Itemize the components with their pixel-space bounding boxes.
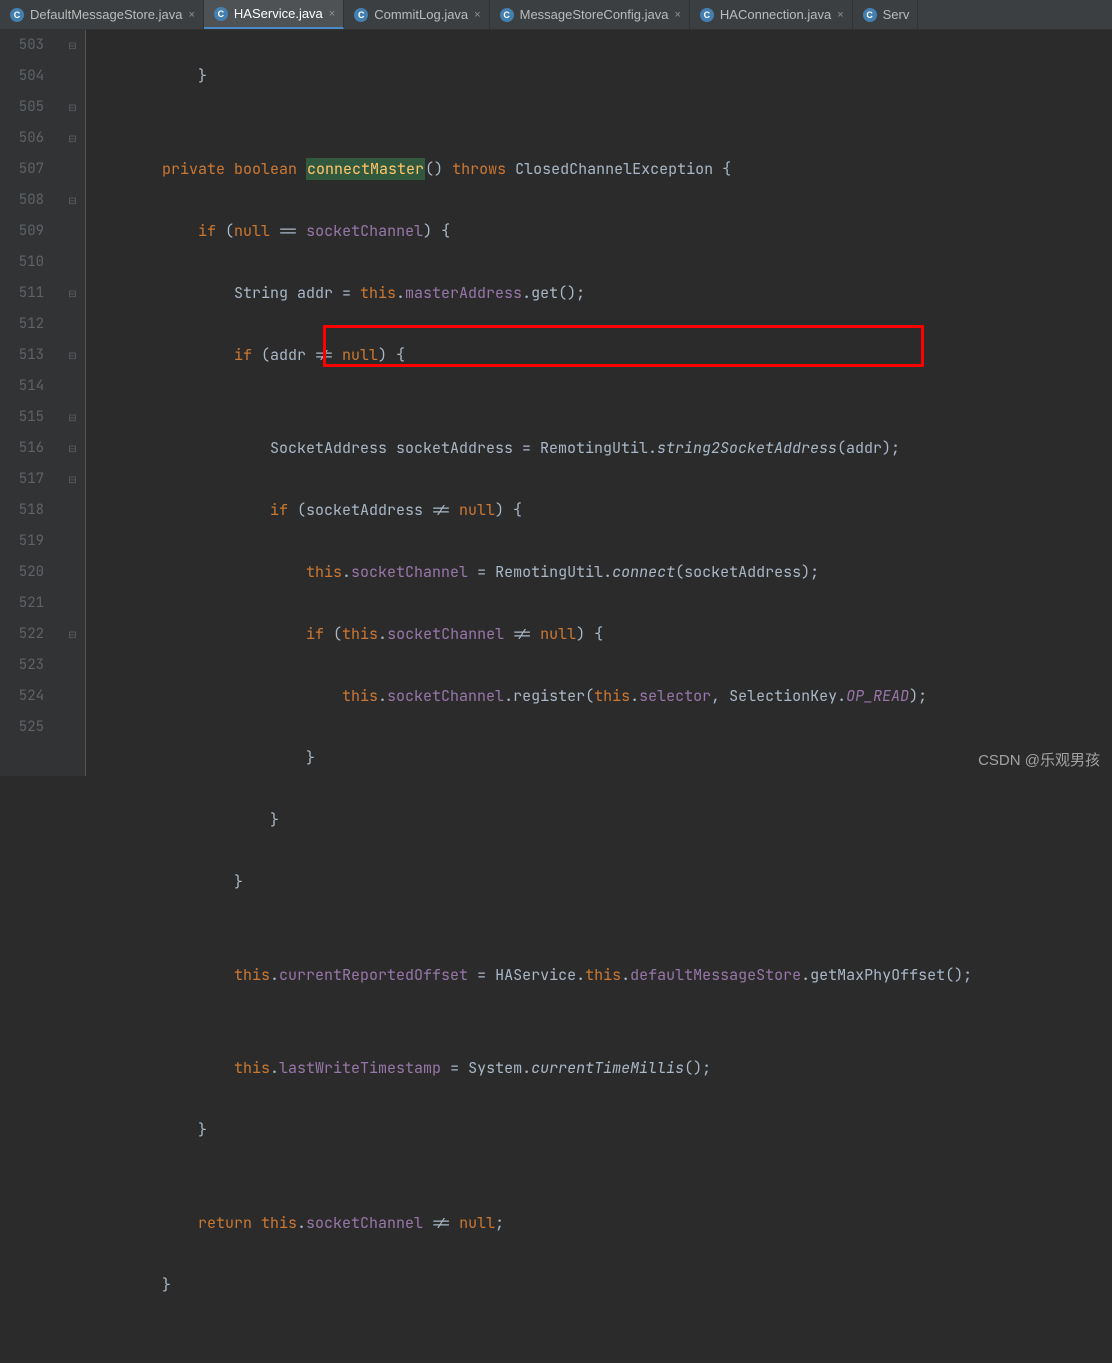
line-number: 504	[0, 61, 44, 92]
editor: 5035045055065075085095105115125135145155…	[0, 30, 1112, 776]
line-number: 514	[0, 371, 44, 402]
tab-bar: C DefaultMessageStore.java × C HAService.jav…	[0, 0, 1112, 30]
fold-mark	[60, 557, 85, 588]
line-number: 507	[0, 154, 44, 185]
java-file-icon: C	[863, 8, 877, 22]
tab[interactable]: C Serv	[853, 0, 919, 29]
line-number: 503	[0, 30, 44, 61]
fold-mark	[60, 61, 85, 92]
fold-mark[interactable]: ⊟	[60, 464, 85, 495]
line-number: 519	[0, 526, 44, 557]
gutter-fold-marks: ⊟ ⊟⊟ ⊟ ⊟ ⊟ ⊟⊟⊟ ⊟	[60, 30, 86, 776]
line-number: 508	[0, 185, 44, 216]
fold-mark	[60, 712, 85, 743]
tab[interactable]: C CommitLog.java ×	[344, 0, 489, 29]
line-number: 520	[0, 557, 44, 588]
java-file-icon: C	[354, 8, 368, 22]
close-icon[interactable]: ×	[674, 9, 680, 21]
tab-label: Serv	[883, 7, 910, 22]
line-number: 515	[0, 402, 44, 433]
line-number: 505	[0, 92, 44, 123]
tab-label: HAService.java	[234, 6, 323, 21]
tab[interactable]: C HAService.java ×	[204, 0, 344, 29]
line-number: 516	[0, 433, 44, 464]
java-file-icon: C	[500, 8, 514, 22]
line-number: 521	[0, 588, 44, 619]
fold-mark[interactable]: ⊟	[60, 433, 85, 464]
method-name[interactable]: connectMaster	[306, 158, 425, 180]
fold-mark	[60, 154, 85, 185]
line-number: 509	[0, 216, 44, 247]
fold-mark	[60, 650, 85, 681]
tab-label: HAConnection.java	[720, 7, 831, 22]
fold-mark	[60, 588, 85, 619]
fold-mark[interactable]: ⊟	[60, 340, 85, 371]
java-file-icon: C	[700, 8, 714, 22]
fold-mark[interactable]: ⊟	[60, 123, 85, 154]
tab[interactable]: C MessageStoreConfig.java ×	[490, 0, 690, 29]
tab[interactable]: C HAConnection.java ×	[690, 0, 853, 29]
close-icon[interactable]: ×	[188, 9, 194, 21]
close-icon[interactable]: ×	[837, 9, 843, 21]
tab[interactable]: C DefaultMessageStore.java ×	[0, 0, 204, 29]
line-number: 522	[0, 619, 44, 650]
fold-mark	[60, 495, 85, 526]
close-icon[interactable]: ×	[329, 8, 335, 20]
fold-mark	[60, 309, 85, 340]
fold-mark[interactable]: ⊟	[60, 185, 85, 216]
close-icon[interactable]: ×	[474, 9, 480, 21]
line-number: 513	[0, 340, 44, 371]
line-number: 523	[0, 650, 44, 681]
line-number: 524	[0, 681, 44, 712]
fold-mark	[60, 216, 85, 247]
watermark: CSDN @乐观男孩	[978, 749, 1100, 770]
line-number: 518	[0, 495, 44, 526]
java-file-icon: C	[10, 8, 24, 22]
line-number: 506	[0, 123, 44, 154]
code-area[interactable]: } private boolean connectMaster() throws…	[86, 30, 1112, 776]
gutter: 5035045055065075085095105115125135145155…	[0, 30, 60, 776]
tab-label: CommitLog.java	[374, 7, 468, 22]
java-file-icon: C	[214, 7, 228, 21]
fold-mark	[60, 247, 85, 278]
fold-mark[interactable]: ⊟	[60, 402, 85, 433]
line-number: 512	[0, 309, 44, 340]
line-number: 525	[0, 712, 44, 743]
tab-label: MessageStoreConfig.java	[520, 7, 669, 22]
line-number: 510	[0, 247, 44, 278]
fold-mark[interactable]: ⊟	[60, 30, 85, 61]
fold-mark[interactable]: ⊟	[60, 619, 85, 650]
fold-mark[interactable]: ⊟	[60, 92, 85, 123]
tab-label: DefaultMessageStore.java	[30, 7, 182, 22]
line-number: 511	[0, 278, 44, 309]
fold-mark[interactable]: ⊟	[60, 278, 85, 309]
line-number: 517	[0, 464, 44, 495]
fold-mark	[60, 681, 85, 712]
fold-mark	[60, 526, 85, 557]
fold-mark	[60, 371, 85, 402]
